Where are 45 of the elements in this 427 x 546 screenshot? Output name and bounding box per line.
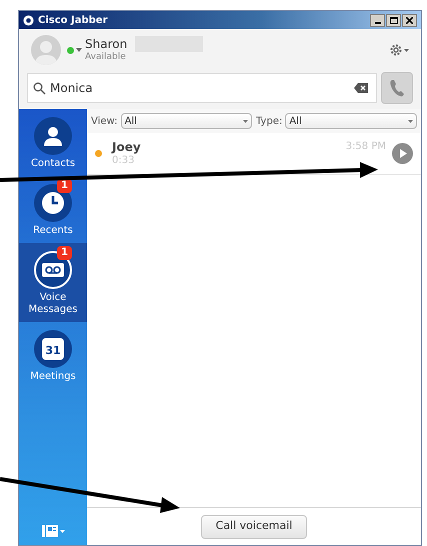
filter-dropdown[interactable]: All bbox=[120, 113, 252, 129]
sidebar-item[interactable]: Contacts bbox=[19, 109, 87, 176]
dropdown-value: All bbox=[289, 114, 302, 128]
search-field[interactable]: Monica bbox=[27, 73, 377, 103]
window-title: Cisco Jabber bbox=[38, 14, 108, 28]
app-logo-icon bbox=[23, 14, 34, 26]
person-icon bbox=[34, 117, 72, 155]
presence-status: Available bbox=[85, 52, 127, 64]
clear-text-icon[interactable] bbox=[354, 83, 368, 93]
sidebar-item[interactable]: 1 Recents bbox=[19, 176, 87, 243]
phone-mode-button[interactable] bbox=[42, 525, 64, 537]
caller-name: Joey bbox=[112, 140, 141, 155]
calendar-icon: 31 bbox=[42, 338, 64, 360]
caret-icon[interactable] bbox=[76, 48, 82, 52]
maximize-button[interactable] bbox=[386, 14, 401, 26]
caret-icon bbox=[408, 120, 413, 122]
minimize-icon bbox=[374, 22, 380, 24]
caret-icon bbox=[404, 48, 409, 52]
search-icon bbox=[33, 82, 46, 94]
sidebar-label: Contacts bbox=[30, 158, 76, 170]
desk-phone-icon bbox=[42, 525, 58, 537]
maximize-icon bbox=[390, 16, 398, 24]
settings-icon bbox=[389, 43, 403, 57]
sidebar-item[interactable]: 1 Voice Messages bbox=[19, 243, 87, 322]
sidebar-label: Meetings bbox=[30, 371, 76, 383]
caret-icon bbox=[243, 120, 248, 122]
minimize-button[interactable] bbox=[370, 14, 385, 26]
settings-button[interactable] bbox=[389, 43, 409, 57]
avatar-placeholder bbox=[31, 35, 61, 65]
sidebar-label: Recents bbox=[33, 225, 73, 237]
caret-icon bbox=[60, 530, 64, 532]
phone-icon bbox=[389, 79, 405, 97]
search-value: Monica bbox=[50, 80, 93, 97]
sidebar-label: Voice Messages bbox=[27, 292, 79, 316]
dropdown-value: All bbox=[124, 114, 137, 128]
close-icon bbox=[406, 16, 413, 24]
filter-dropdown[interactable]: All bbox=[285, 113, 417, 129]
sidebar-item[interactable]: 31 Meetings bbox=[19, 322, 87, 389]
filter-label: Type: bbox=[256, 114, 282, 128]
user-name: Sharon bbox=[85, 36, 128, 52]
notification-badge: 1 bbox=[57, 246, 72, 260]
close-button[interactable] bbox=[402, 14, 417, 26]
filter-label: View: bbox=[91, 114, 118, 128]
play-icon[interactable] bbox=[392, 143, 413, 164]
call-voicemail-button[interactable]: Call voicemail bbox=[200, 514, 308, 538]
